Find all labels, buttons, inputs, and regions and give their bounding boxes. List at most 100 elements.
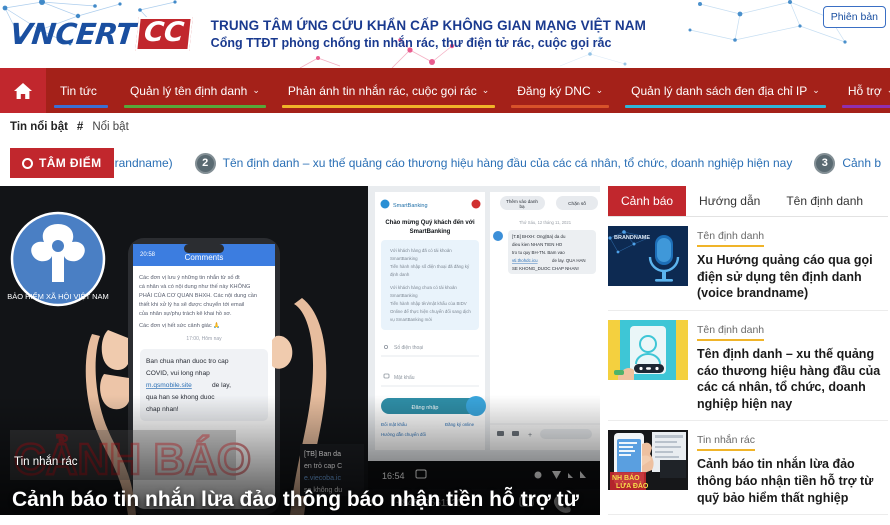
svg-text:Với khách hàng chưa có tài kho: Với khách hàng chưa có tài khoản: [390, 285, 457, 290]
svg-text:định danh: định danh: [390, 272, 410, 277]
tab-canh-bao[interactable]: Cảnh báo: [608, 186, 687, 216]
version-toggle-button[interactable]: Phiên bản: [822, 6, 886, 28]
main-content: BẢO HIỂM XÃ HỘI VIỆT NAM Comments 20:58 …: [0, 186, 890, 515]
main-navigation: Tin tức Quản lý tên định danh ⌄ Phản ánh…: [0, 68, 890, 113]
svg-text:[T.B] BHXH: Ong(Ba) da du: [T.B] BHXH: Ong(Ba) da du: [512, 234, 566, 239]
nav-item-quan-ly-ten-dinh-danh[interactable]: Quản lý tên định danh ⌄: [116, 68, 274, 113]
svg-text:Ban chua nhan duoc tro cap: Ban chua nhan duoc tro cap: [146, 358, 229, 365]
chevron-down-icon: ⌄: [481, 85, 490, 95]
svg-text:de lay,: de lay,: [212, 382, 231, 389]
nav-home-button[interactable]: [0, 68, 46, 113]
featured-ticker: TÂM ĐIỂM 1 n định danh (voice brandname)…: [0, 140, 890, 186]
svg-text:SE KHONG_DUOC CHAP NHAN!: SE KHONG_DUOC CHAP NHAN!: [512, 266, 579, 271]
svg-text:Tiến hành nhập số điện thoại đ: Tiến hành nhập số điện thoại đã đăng ký: [390, 264, 470, 269]
nav-label: Hỗ trợ: [847, 83, 882, 98]
list-item[interactable]: NH BÁO LỪA ĐẢO Tin nhắn rác Cảnh báo tin…: [608, 421, 888, 515]
news-thumbnail: [608, 319, 688, 380]
chevron-down-icon: ⌄: [252, 85, 260, 95]
svg-text:NH BÁO: NH BÁO: [612, 473, 640, 482]
svg-text:Chặn số: Chặn số: [568, 201, 586, 207]
nav-label: Phản ánh tin nhắn rác, cuộc gọi rác: [287, 83, 477, 98]
site-title-block: TRUNG TÂM ỨNG CỨU KHẨN CẤP KHÔNG GIAN MẠ…: [211, 18, 646, 50]
ticker-item[interactable]: 2 Tên định danh – xu thế quảng cáo thươn…: [194, 152, 815, 174]
breadcrumb-tag[interactable]: Nổi bật: [92, 121, 128, 133]
news-text: Tên định danh Tên định danh – xu thế quả…: [697, 320, 886, 413]
nav-item-phan-anh-tin-nhan-rac[interactable]: Phản ánh tin nhắn rác, cuộc gọi rác ⌄: [274, 68, 503, 113]
tam-diem-label: TÂM ĐIỂM: [39, 156, 102, 170]
svg-text:PHẢI CỦA CƠ QUAN BHXH. Các nội: PHẢI CỦA CƠ QUAN BHXH. Các nội dung cần: [139, 292, 257, 299]
breadcrumb-title: Tin nổi bật: [10, 120, 68, 133]
tab-huong-dan[interactable]: Hướng dẫn: [686, 186, 773, 216]
news-title: Xu Hướng quảng cáo qua gọi điện sử dụng …: [697, 253, 873, 301]
circle-icon: [22, 157, 33, 169]
nav-underline: [625, 105, 826, 108]
news-title: Cảnh báo tin nhắn lừa đảo thông báo nhận…: [697, 457, 874, 505]
site-title-main: TRUNG TÂM ỨNG CỨU KHẨN CẤP KHÔNG GIAN MẠ…: [210, 18, 646, 33]
nav-item-ho-tro[interactable]: Hỗ trợ ⌄: [834, 68, 890, 113]
svg-text:de lay. QUA HAN: de lay. QUA HAN: [552, 258, 586, 263]
chevron-down-icon: ⌄: [595, 85, 604, 95]
ticker-text: Tên định danh – xu thế quảng cáo thương …: [222, 156, 793, 170]
tam-diem-badge[interactable]: TÂM ĐIỂM: [10, 148, 114, 178]
svg-text:Các đơn vị lưu ý những tin nhắ: Các đơn vị lưu ý những tin nhắn từ số đt: [139, 274, 240, 281]
breadcrumb-hash-icon: #: [76, 120, 84, 133]
news-thumbnail: NH BÁO LỪA ĐẢO: [608, 430, 688, 491]
news-category: Tên định danh: [697, 324, 765, 341]
svg-text:LỪA ĐẢO: LỪA ĐẢO: [616, 481, 649, 490]
news-text: Tên định danh Xu Hướng quảng cáo qua gọi…: [697, 226, 886, 302]
site-logo[interactable]: VNCERT CC: [8, 16, 193, 52]
hero-article[interactable]: BẢO HIỂM XÃ HỘI VIỆT NAM Comments 20:58 …: [0, 186, 600, 515]
logo-cc-badge: CC: [135, 16, 193, 52]
svg-text:Comments: Comments: [185, 253, 224, 262]
ticker-text: n định danh (voice brandname): [113, 156, 173, 170]
nav-label: Quản lý danh sách đen địa chỉ IP: [631, 83, 808, 98]
nav-item-tin-tuc[interactable]: Tin tức: [46, 68, 116, 113]
ticker-number: 2: [194, 152, 216, 174]
logo-vncert-text: VNCERT: [8, 17, 137, 51]
svg-text:Các đơn vị hết sức cảnh giác �: Các đơn vị hết sức cảnh giác 🙏: [139, 322, 220, 329]
nav-underline: [54, 105, 108, 108]
news-text: Tin nhắn rác Cảnh báo tin nhắn lừa đảo t…: [697, 430, 886, 506]
tab-ten-dinh-danh[interactable]: Tên định danh: [773, 186, 876, 216]
nav-item-quan-ly-danh-sach-den-ip[interactable]: Quản lý danh sách đen địa chỉ IP ⌄: [617, 68, 834, 113]
svg-text:Tiến hành nhập tên/mật khẩu củ: Tiến hành nhập tên/mật khẩu của BIDV: [390, 301, 467, 306]
svg-text:thiết khi xử lý hs sẽ được chu: thiết khi xử lý hs sẽ được chuyển tới em…: [139, 301, 244, 308]
nav-underline: [123, 105, 266, 108]
ticker-item[interactable]: 3 Cảnh b: [814, 152, 890, 174]
svg-text:BẢO HIỂM XÃ HỘI VIỆT NAM: BẢO HIỂM XÃ HỘI VIỆT NAM: [7, 292, 109, 301]
svg-text:SmartBanking: SmartBanking: [393, 203, 428, 209]
hand-holding-phone-icon: [608, 319, 688, 380]
phone-scam-warning-icon: NH BÁO LỪA ĐẢO: [608, 430, 688, 491]
svg-text:dieu kien NHAN TIEN HO: dieu kien NHAN TIEN HO: [512, 242, 563, 247]
list-item[interactable]: BRANDNAME Tên định danh Xu Hướng quảng c…: [608, 217, 888, 311]
ticker-item[interactable]: 1 n định danh (voice brandname): [114, 153, 195, 174]
svg-text:vụ SmartBanking mới: vụ SmartBanking mới: [390, 317, 432, 322]
home-icon: [14, 82, 32, 99]
ticker-items: 1 n định danh (voice brandname) 2 Tên đị…: [114, 152, 890, 174]
svg-text:cá nhân và có nội dung như thế: cá nhân và có nội dung như thế này KHÔNG: [139, 283, 250, 290]
svg-text:Chào mừng Quý khách đến với: Chào mừng Quý khách đến với: [385, 219, 475, 226]
nav-underline: [841, 105, 890, 108]
svg-text:Với khách hàng đã có tài khoản: Với khách hàng đã có tài khoản: [390, 248, 452, 253]
svg-text:của nhân sự/phụ trách kê khai: của nhân sự/phụ trách kê khai hồ sơ.: [139, 310, 232, 317]
news-title: Tên định danh – xu thế quảng cáo thương …: [697, 346, 881, 411]
list-item[interactable]: Tên định danh Tên định danh – xu thế quả…: [608, 311, 888, 422]
nav-label: Quản lý tên định danh: [129, 83, 248, 98]
nav-item-dang-ky-dnc[interactable]: Đăng ký DNC ⌄: [503, 68, 617, 113]
sidebar-panel: Cảnh báo Hướng dẫn Tên định danh BRANDNA…: [608, 186, 888, 515]
ticker-number: 3: [814, 152, 836, 174]
nav-label: Tin tức: [60, 83, 97, 98]
chevron-down-icon: ⌄: [812, 85, 820, 95]
nav-underline: [281, 105, 496, 108]
svg-text:SmartBanking: SmartBanking: [410, 229, 451, 235]
svg-text:m.qsmobile.site: m.qsmobile.site: [146, 382, 192, 389]
news-thumbnail: BRANDNAME: [608, 226, 688, 286]
site-title-sub: Cổng TTĐT phòng chống tin nhắn rác, thư …: [210, 36, 612, 50]
sidebar-news-list: BRANDNAME Tên định danh Xu Hướng quảng c…: [608, 217, 888, 515]
hero-title: Cảnh báo tin nhắn lừa đảo thông báo nhận…: [12, 488, 579, 512]
svg-text:Thứ Sáu, 12 tháng 11, 2021: Thứ Sáu, 12 tháng 11, 2021: [519, 220, 572, 225]
site-header: VNCERT CC TRUNG TÂM ỨNG CỨU KHẨN CẤP KHÔ…: [0, 0, 890, 68]
svg-text:SmartBanking: SmartBanking: [390, 256, 418, 261]
hero-category: Tin nhắn rác: [14, 456, 78, 468]
svg-text:BRANDNAME: BRANDNAME: [614, 235, 650, 241]
